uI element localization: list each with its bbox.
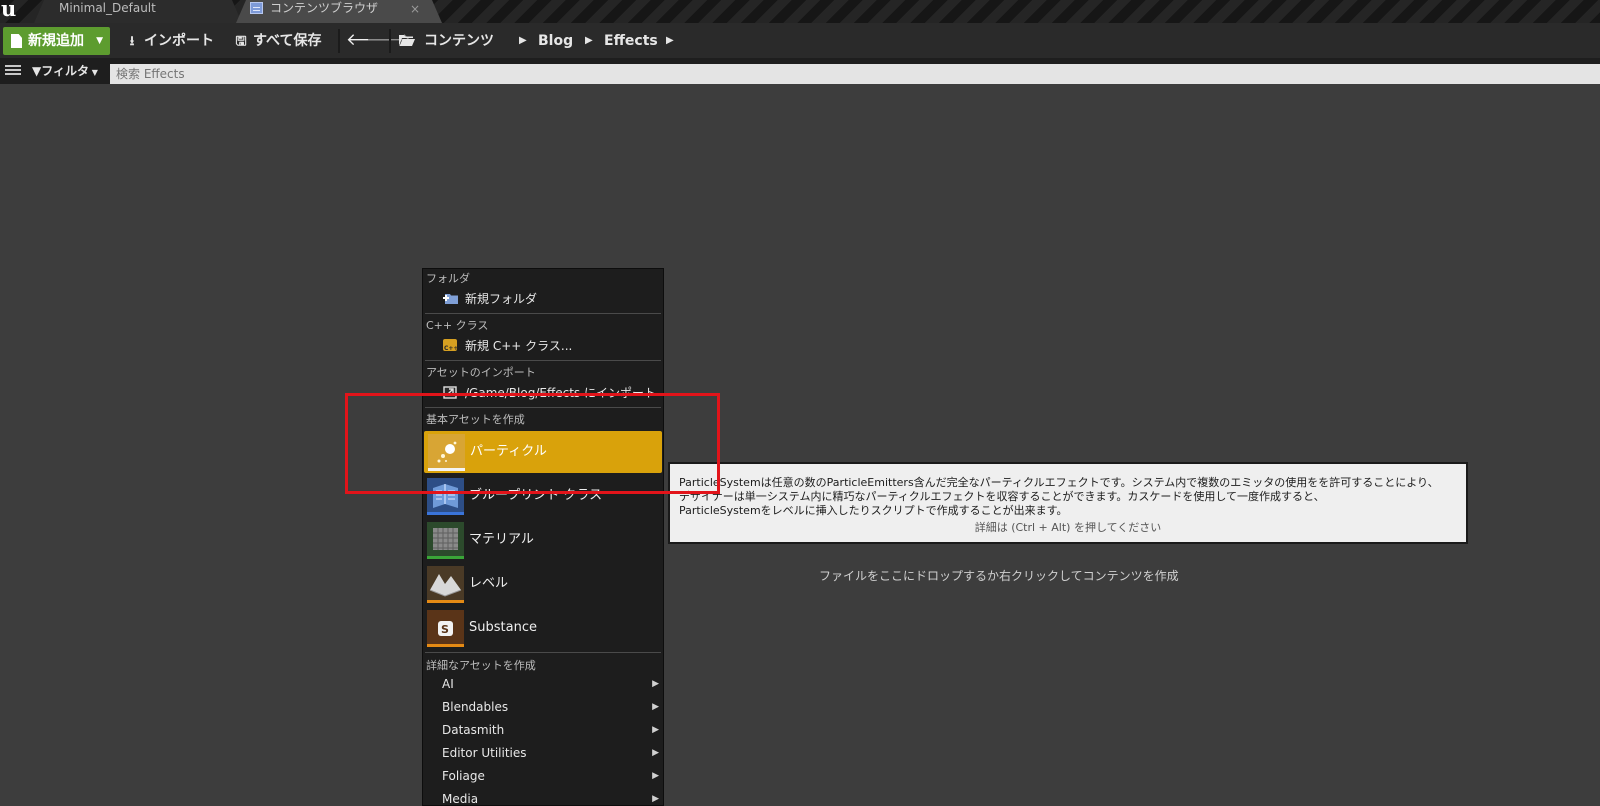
filter-label: フィルタ [41, 64, 89, 78]
sources-panel-toggle-icon[interactable] [5, 65, 21, 77]
breadcrumb-blog[interactable]: Blog [538, 27, 573, 55]
add-new-button[interactable]: 新規追加 ▼ [3, 27, 110, 55]
save-all-label: すべて保存 [253, 33, 322, 49]
add-new-label: 新規追加 [28, 33, 84, 49]
toolbar-divider [338, 29, 340, 53]
submenu-ai[interactable]: AI ▶ [423, 673, 663, 695]
tooltip-line: ParticleSystemをレベルに挿入したりスクリプトで作成することが出来ま… [679, 504, 1068, 517]
submenu-label: Editor Utilities [442, 746, 527, 760]
chevron-right-icon: ▶ [652, 794, 659, 804]
level-label: レベル [469, 576, 509, 591]
tab-strip: u Minimal_Default コンテンツブラウザ × [0, 0, 1600, 23]
chevron-down-icon: ▼ [89, 68, 98, 77]
new-folder-icon [443, 294, 458, 304]
tooltip-line: デザイナーは単一システム内に精巧なパーティクルエフェクトを収容することができます… [679, 490, 1325, 503]
unreal-logo-icon[interactable]: u [1, 0, 23, 21]
cpp-class-icon: C++ [443, 339, 458, 352]
material-label: マテリアル [469, 532, 534, 547]
chevron-right-icon: ▶ [652, 725, 659, 735]
submenu-datasmith[interactable]: Datasmith ▶ [423, 719, 663, 741]
create-level-item[interactable]: レベル [423, 563, 663, 605]
close-icon[interactable]: × [410, 1, 420, 18]
menu-divider [425, 652, 661, 653]
filter-button[interactable]: ▼フィルタ ▼ [32, 62, 98, 82]
svg-text:S: S [441, 623, 449, 636]
save-icon: 🖫 [235, 34, 247, 49]
menu-divider [425, 313, 661, 314]
material-icon [427, 522, 464, 559]
section-header-cpp: C++ クラス [426, 319, 489, 332]
submenu-editor-utilities[interactable]: Editor Utilities ▶ [423, 742, 663, 764]
breadcrumb-effects[interactable]: Effects [604, 27, 658, 55]
empty-state-hint: ファイルをここにドロップするか右クリックしてコンテンツを作成 [819, 569, 1179, 583]
toolbar-divider [389, 29, 391, 53]
chevron-right-icon: ▶ [652, 679, 659, 689]
breadcrumb-content[interactable]: コンテンツ [424, 27, 494, 55]
add-new-context-menu: フォルダ 新規フォルダ C++ クラス C++ 新規 C++ クラス... アセ… [422, 268, 664, 806]
tab-level-editor[interactable]: Minimal_Default [34, 0, 242, 23]
substance-label: Substance [469, 620, 537, 635]
tab-level-label: Minimal_Default [59, 1, 156, 15]
submenu-label: Media [442, 792, 479, 806]
menu-divider [425, 360, 661, 361]
breadcrumb-arrow-icon[interactable]: ▶ [519, 27, 527, 55]
new-document-icon [11, 34, 22, 48]
section-header-folder: フォルダ [426, 272, 470, 285]
save-all-button[interactable]: 🖫 すべて保存 [233, 27, 321, 55]
create-substance-item[interactable]: S Substance [423, 607, 663, 649]
filter-bar: ▼フィルタ ▼ [0, 58, 1600, 84]
svg-text:C++: C++ [444, 345, 458, 352]
submenu-media[interactable]: Media ▶ [423, 788, 663, 806]
content-browser-icon [250, 2, 263, 14]
search-input[interactable] [110, 64, 1600, 84]
new-cpp-class-label: 新規 C++ クラス... [465, 339, 573, 353]
tooltip-shortcut-hint: 詳細は (Ctrl + Alt) を押してください [974, 521, 1162, 534]
funnel-icon: ▼ [32, 64, 42, 78]
import-button[interactable]: ⭳ インポート [124, 27, 214, 55]
submenu-label: Blendables [442, 700, 509, 714]
import-label: インポート [144, 33, 214, 49]
new-folder-item[interactable]: 新規フォルダ [443, 291, 537, 307]
level-icon [427, 566, 464, 603]
tab-content-browser[interactable]: コンテンツブラウザ × [236, 0, 442, 23]
create-material-item[interactable]: マテリアル [423, 519, 663, 561]
download-icon: ⭳ [129, 34, 135, 49]
submenu-label: Foliage [442, 769, 485, 783]
substance-icon: S [427, 610, 464, 647]
new-cpp-class-item[interactable]: C++ 新規 C++ クラス... [443, 338, 572, 354]
submenu-foliage[interactable]: Foliage ▶ [423, 765, 663, 787]
section-header-import: アセットのインポート [426, 366, 536, 379]
chevron-right-icon: ▶ [652, 771, 659, 781]
content-browser-toolbar: 新規追加 ▼ ⭳インポート 🖫すべて保存 🡐 🡒 コンテンツ ▶ Blog ▶ … [0, 23, 1600, 58]
chevron-right-icon: ▶ [652, 748, 659, 758]
folder-open-icon[interactable] [399, 34, 415, 46]
submenu-label: AI [442, 677, 454, 691]
chevron-down-icon: ▼ [96, 36, 103, 46]
section-header-advanced-assets: 詳細なアセットを作成 [426, 659, 536, 672]
tab-content-label: コンテンツブラウザ [270, 1, 379, 15]
submenu-blendables[interactable]: Blendables ▶ [423, 696, 663, 718]
breadcrumb-arrow-icon[interactable]: ▶ [666, 27, 674, 55]
breadcrumb-arrow-icon[interactable]: ▶ [585, 27, 593, 55]
new-folder-label: 新規フォルダ [465, 292, 538, 306]
submenu-label: Datasmith [442, 723, 505, 737]
tooltip-line: ParticleSystemは任意の数のParticleEmitters含んだ完… [679, 476, 1439, 489]
particle-system-tooltip: ParticleSystemは任意の数のParticleEmitters含んだ完… [668, 462, 1468, 544]
highlight-annotation-box [345, 393, 720, 494]
chevron-right-icon: ▶ [652, 702, 659, 712]
